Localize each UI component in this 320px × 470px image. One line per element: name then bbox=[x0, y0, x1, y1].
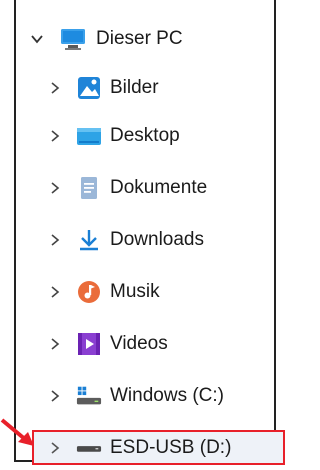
tree-item-label: Bilder bbox=[110, 77, 159, 98]
tree-item-label: Dieser PC bbox=[96, 28, 183, 49]
tree-item-dokumente[interactable]: Dokumente bbox=[46, 170, 207, 206]
download-arrow-icon bbox=[76, 227, 102, 253]
tree-item-desktop[interactable]: Desktop bbox=[46, 118, 180, 154]
tree-item-label: Musik bbox=[110, 281, 160, 302]
tree-item-downloads[interactable]: Downloads bbox=[46, 222, 204, 258]
tree-item-musik[interactable]: Musik bbox=[46, 274, 160, 310]
chevron-right-icon[interactable] bbox=[46, 387, 64, 405]
chevron-right-icon[interactable] bbox=[46, 283, 64, 301]
tree-item-windows-c[interactable]: Windows (C:) bbox=[46, 378, 224, 414]
chevron-down-icon[interactable] bbox=[28, 30, 46, 48]
tree-item-esd-usb-d[interactable]: ESD-USB (D:) bbox=[46, 430, 231, 466]
tree-item-bilder[interactable]: Bilder bbox=[46, 70, 159, 106]
documents-icon bbox=[76, 175, 102, 201]
tree-item-videos[interactable]: Videos bbox=[46, 326, 168, 362]
pictures-icon bbox=[76, 75, 102, 101]
monitor-icon bbox=[60, 26, 86, 52]
tree-item-label: Videos bbox=[110, 333, 168, 354]
tree-item-label: Downloads bbox=[110, 229, 204, 250]
chevron-right-icon[interactable] bbox=[46, 439, 64, 457]
music-icon bbox=[76, 279, 102, 305]
windows-drive-icon bbox=[76, 383, 102, 409]
chevron-right-icon[interactable] bbox=[46, 127, 64, 145]
tree-item-label: Dokumente bbox=[110, 177, 208, 198]
chevron-right-icon[interactable] bbox=[46, 179, 64, 197]
chevron-right-icon[interactable] bbox=[46, 335, 64, 353]
chevron-right-icon[interactable] bbox=[46, 231, 64, 249]
tree-item-label: Windows (C:) bbox=[110, 385, 225, 406]
videos-icon bbox=[76, 331, 102, 357]
tree-item-label: Desktop bbox=[110, 125, 180, 146]
desktop-folder-icon bbox=[76, 123, 102, 149]
tree-item-dieser-pc[interactable]: Dieser PC bbox=[28, 21, 183, 57]
usb-drive-icon bbox=[76, 435, 102, 461]
chevron-right-icon[interactable] bbox=[46, 79, 64, 97]
tree-item-label: ESD-USB (D:) bbox=[110, 437, 232, 458]
annotation-arrow bbox=[0, 418, 34, 446]
